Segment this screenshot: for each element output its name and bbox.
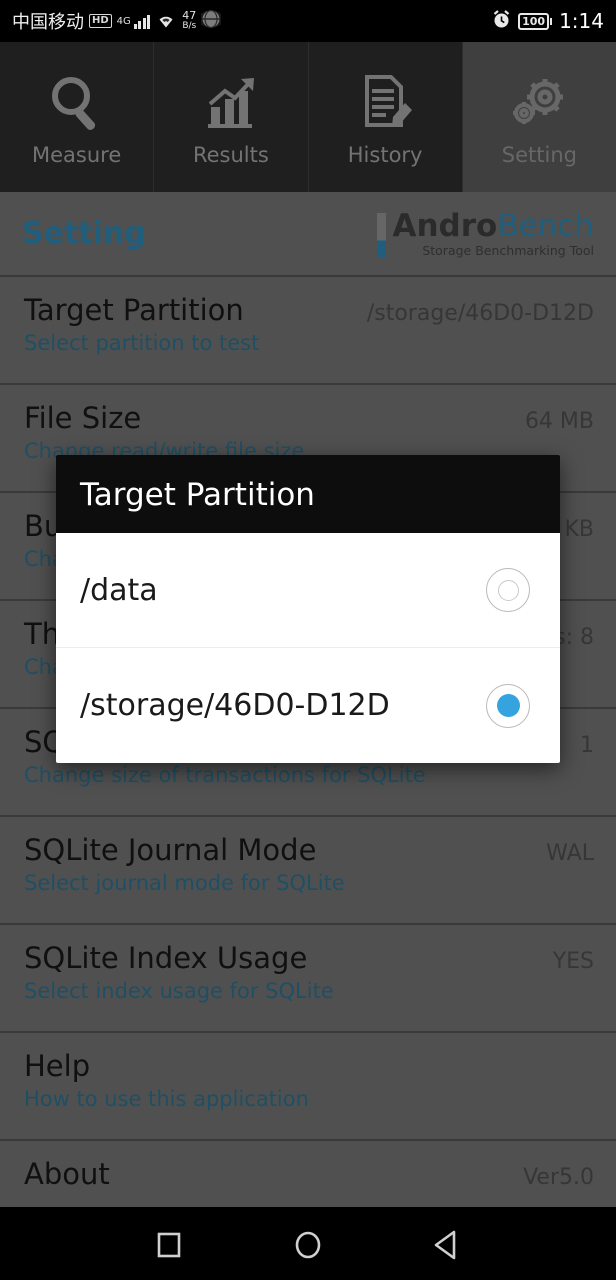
dialog-option-label: /data (80, 572, 158, 608)
network-gen-label: 4G (116, 15, 131, 27)
carrier-label: 中国移动 (12, 12, 84, 33)
dialog-option-label: /storage/46D0-D12D (80, 688, 390, 723)
wifi-icon (155, 11, 177, 32)
back-triangle-icon[interactable] (419, 1216, 475, 1272)
dialog-option-data[interactable]: /data (56, 533, 560, 648)
home-circle-icon[interactable] (280, 1216, 336, 1272)
alarm-icon (492, 9, 511, 33)
status-bar: 中国移动 HD 4G 47 B/s 100 1:14 (0, 0, 616, 42)
recents-square-icon[interactable] (141, 1216, 197, 1272)
hd-icon: HD (89, 14, 112, 28)
data-speed-value: 47 (182, 9, 197, 22)
signal-icon (133, 13, 151, 29)
battery-level: 100 (518, 12, 550, 30)
status-bar-right: 100 1:14 (492, 9, 604, 33)
radio-selected-icon[interactable] (486, 683, 530, 728)
dialog-option-storage[interactable]: /storage/46D0-D12D (56, 648, 560, 763)
android-nav-bar (0, 1207, 616, 1280)
clock-label: 1:14 (559, 9, 604, 33)
globe-icon (198, 9, 225, 33)
target-partition-dialog: Target Partition /data /storage/46D0-D12… (56, 455, 560, 763)
dialog-title: Target Partition (56, 455, 560, 533)
phone-screen: 中国移动 HD 4G 47 B/s 100 1:14 Measure Resul… (0, 0, 616, 1280)
data-speed-unit: B/s (182, 21, 197, 31)
dialog-options-list: /data /storage/46D0-D12D (56, 533, 560, 763)
data-speed-icon: 47 B/s (182, 9, 197, 31)
radio-unselected-icon[interactable] (486, 568, 530, 612)
battery-icon: 100 (518, 12, 553, 30)
status-bar-left: 中国移动 HD 4G 47 B/s (12, 8, 492, 34)
